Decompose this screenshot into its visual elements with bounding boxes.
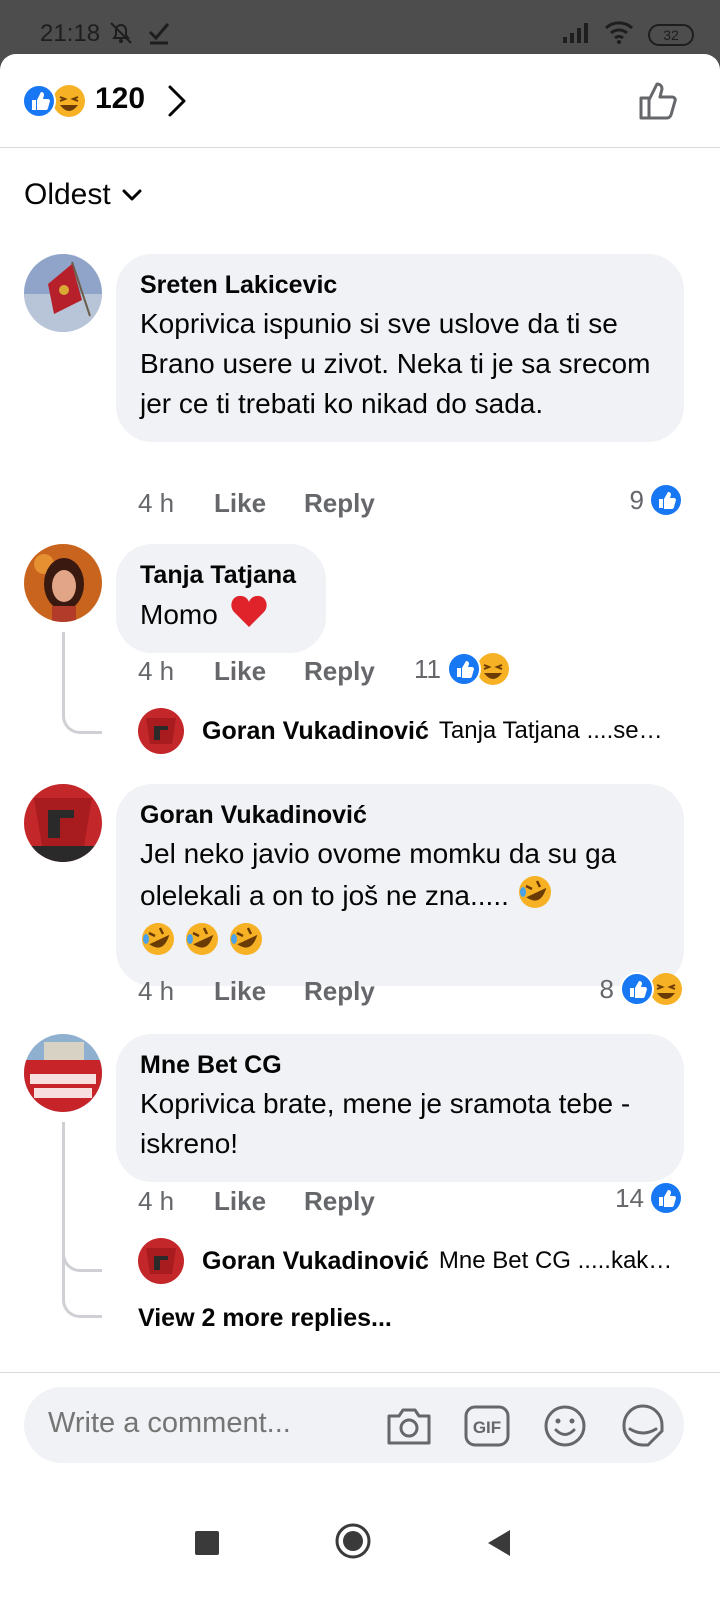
sort-label: Oldest xyxy=(24,178,111,211)
thread-connector xyxy=(62,1264,102,1318)
like-button[interactable]: Like xyxy=(214,976,304,1007)
system-nav-bar xyxy=(0,1474,720,1600)
status-time: 21:18 xyxy=(40,20,101,47)
comment-actions: 4 h Like Reply xyxy=(138,976,414,1007)
like-reaction-icon xyxy=(651,485,681,515)
comment-time: 4 h xyxy=(138,1186,175,1216)
reaction-count: 120 xyxy=(95,82,146,115)
back-button[interactable] xyxy=(484,1528,512,1563)
home-button[interactable] xyxy=(334,1522,372,1565)
rofl-emoji-icon xyxy=(517,874,553,921)
like-reaction-icon xyxy=(651,1183,681,1213)
reply-preview[interactable]: Goran Vukadinović Mne Bet CG .....kak… xyxy=(138,1238,678,1284)
chevron-down-icon xyxy=(121,178,143,212)
comment-bubble[interactable]: Goran Vukadinović Jel neko javio ovome m… xyxy=(116,784,684,986)
rofl-emoji-icon xyxy=(140,921,176,968)
reactions-header[interactable]: 120 xyxy=(0,54,720,148)
rofl-emoji-icon xyxy=(228,921,264,968)
mute-bell-icon xyxy=(108,20,134,51)
reaction-count: 8 xyxy=(599,973,614,1004)
comment-text: Momo xyxy=(140,598,218,630)
comment-reactions[interactable]: 9 xyxy=(630,484,682,516)
sort-dropdown[interactable]: Oldest xyxy=(24,178,143,212)
comment-composer: GIF xyxy=(24,1387,684,1463)
comment-time: 4 h xyxy=(138,656,175,686)
comment-author[interactable]: Tanja Tatjana xyxy=(140,560,302,590)
rofl-emoji-icon xyxy=(184,921,220,968)
emoji-icon[interactable] xyxy=(538,1399,592,1453)
reaction-summary-icons xyxy=(22,84,85,118)
comment-reactions[interactable]: 14 xyxy=(615,1182,682,1214)
reply-preview[interactable]: Goran Vukadinović Tanja Tatjana ....se… xyxy=(138,708,678,754)
like-button[interactable]: Like xyxy=(214,488,304,519)
comment-actions: 4 h Like Reply xyxy=(138,656,414,687)
avatar[interactable] xyxy=(24,1034,102,1112)
comment-reactions[interactable]: 11 xyxy=(414,652,511,686)
reply-button[interactable]: Reply xyxy=(304,976,414,1007)
thread-connector xyxy=(62,632,102,734)
comment-text: Koprivica brate, mene je sramota tebe - … xyxy=(140,1088,631,1159)
reply-author[interactable]: Goran Vukadinović xyxy=(202,717,429,746)
view-more-replies-link[interactable]: View 2 more replies... xyxy=(138,1304,392,1333)
reaction-count: 11 xyxy=(414,653,441,684)
status-bar: 21:18 32 xyxy=(0,0,720,62)
like-haha-reaction-icons xyxy=(447,652,509,686)
reaction-count: 14 xyxy=(615,1182,644,1213)
gif-icon[interactable]: GIF xyxy=(460,1399,514,1453)
camera-icon[interactable] xyxy=(382,1399,436,1453)
reaction-count: 9 xyxy=(629,484,644,515)
comment-time: 4 h xyxy=(138,976,175,1006)
comment-bubble[interactable]: Mne Bet CG Koprivica brate, mene je sram… xyxy=(116,1034,684,1182)
reply-button[interactable]: Reply xyxy=(304,1186,414,1217)
chevron-right-icon[interactable] xyxy=(166,84,188,123)
download-done-icon xyxy=(146,20,172,51)
avatar[interactable] xyxy=(138,1238,184,1284)
comment-author[interactable]: Goran Vukadinović xyxy=(140,800,660,830)
avatar[interactable] xyxy=(24,784,102,862)
comment-bubble[interactable]: Tanja Tatjana Momo xyxy=(116,544,326,653)
comment-actions: 4 h Like Reply xyxy=(138,488,414,519)
signal-icon xyxy=(562,21,590,48)
like-button[interactable]: Like xyxy=(214,1186,304,1217)
comment-bubble[interactable]: Sreten Lakicevic Koprivica ispunio si sv… xyxy=(116,254,684,442)
avatar[interactable] xyxy=(138,708,184,754)
like-button[interactable]: Like xyxy=(214,656,304,687)
recent-apps-button[interactable] xyxy=(194,1530,220,1561)
reply-snippet: Mne Bet CG .....kak… xyxy=(438,1247,673,1274)
like-outline-icon[interactable] xyxy=(638,80,680,127)
comment-text: Koprivica ispunio si sve uslove da ti se… xyxy=(140,308,651,419)
reply-snippet: Tanja Tatjana ....se… xyxy=(438,717,663,744)
comment-author[interactable]: Sreten Lakicevic xyxy=(140,270,660,300)
sticker-icon[interactable] xyxy=(616,1399,670,1453)
comment-time: 4 h xyxy=(138,488,175,518)
comment-reactions[interactable]: 8 xyxy=(600,972,684,1006)
svg-text:GIF: GIF xyxy=(473,1418,501,1437)
reply-button[interactable]: Reply xyxy=(304,656,414,687)
reply-author[interactable]: Goran Vukadinović xyxy=(202,1247,429,1276)
battery-icon: 32 xyxy=(648,23,694,46)
wifi-icon xyxy=(604,20,634,49)
avatar[interactable] xyxy=(24,254,102,332)
red-heart-icon xyxy=(230,594,268,639)
comments-sheet: 120 Oldest Sreten Lakicevic Koprivica is… xyxy=(0,54,720,1600)
comment-composer-bar: GIF xyxy=(0,1372,720,1472)
comment-input[interactable] xyxy=(48,1407,348,1440)
comment-author[interactable]: Mne Bet CG xyxy=(140,1050,660,1080)
comment-actions: 4 h Like Reply xyxy=(138,1186,414,1217)
avatar[interactable] xyxy=(24,544,102,622)
reply-button[interactable]: Reply xyxy=(304,488,414,519)
like-haha-reaction-icons xyxy=(620,972,682,1006)
